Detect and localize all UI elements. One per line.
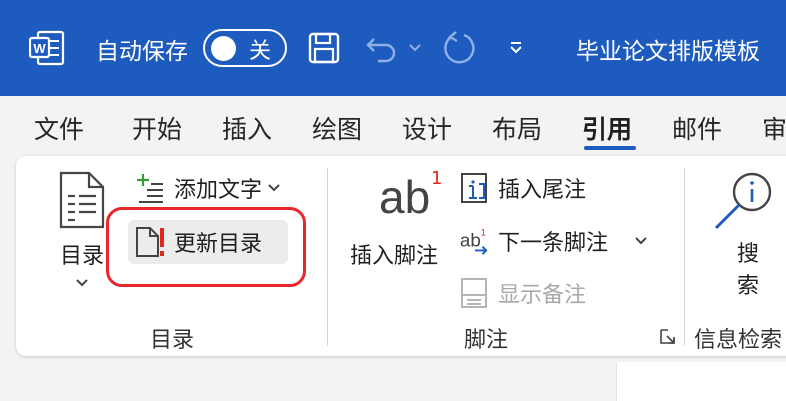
redo-button[interactable] <box>438 28 480 68</box>
footnote-superscript: 1 <box>431 168 443 189</box>
next-footnote-label: 下一条脚注 <box>498 231 609 256</box>
insert-endnote-label: 插入尾注 <box>498 178 587 203</box>
tab-design[interactable]: 设计 <box>402 110 452 146</box>
svg-text:1: 1 <box>481 226 486 237</box>
footnote-icon: ab 1 <box>359 168 442 232</box>
tab-layout[interactable]: 布局 <box>492 110 542 146</box>
undo-button[interactable] <box>362 28 402 68</box>
document-page <box>616 362 786 401</box>
highlight-annotation <box>106 207 306 287</box>
save-icon <box>308 32 340 64</box>
show-notes-icon <box>458 277 490 309</box>
toggle-knob <box>211 36 236 61</box>
autosave-label: 自动保存 <box>96 39 188 65</box>
search-icon <box>714 172 772 230</box>
document-title: 毕业论文排版模板 <box>576 39 760 65</box>
chevron-down-icon <box>268 184 280 192</box>
next-footnote-button[interactable]: ab 1 下一条脚注 <box>458 221 648 261</box>
footnote-glyph: ab <box>379 171 431 223</box>
ribbon-tabs: 文件 开始 插入 绘图 设计 布局 引用 邮件 审 <box>0 96 786 156</box>
autosave-state: 关 <box>249 39 272 64</box>
search-label-line2: 索 <box>736 274 759 299</box>
title-bar: W 自动保存 关 毕业论文排版模板 <box>0 0 786 96</box>
group-label-toc: 目录 <box>150 328 195 353</box>
tab-references[interactable]: 引用 <box>582 110 632 146</box>
endnote-icon <box>458 172 490 204</box>
tab-home[interactable]: 开始 <box>132 110 182 146</box>
toc-button[interactable]: 目录 <box>52 170 112 288</box>
chevron-down-icon <box>409 44 421 52</box>
svg-text:ab: ab <box>460 230 481 251</box>
save-button[interactable] <box>305 28 343 68</box>
svg-text:W: W <box>33 41 46 56</box>
tab-mailings[interactable]: 邮件 <box>672 110 722 146</box>
dialog-launcher-icon <box>660 329 675 344</box>
undo-dropdown-chevron[interactable] <box>404 28 426 68</box>
search-label-line1: 搜 <box>736 242 759 267</box>
group-label-research: 信息检索 <box>694 328 783 353</box>
group-separator <box>684 168 685 346</box>
group-separator <box>327 168 328 346</box>
add-text-label: 添加文字 <box>174 178 263 203</box>
table-of-contents-icon <box>59 171 105 229</box>
redo-icon <box>444 31 475 64</box>
insert-footnote-label: 插入脚注 <box>349 244 438 269</box>
add-text-button[interactable]: 添加文字 <box>134 168 280 208</box>
active-tab-indicator <box>584 146 636 150</box>
search-button[interactable]: 搜 索 <box>708 170 778 300</box>
toc-button-label: 目录 <box>59 244 104 269</box>
tab-review[interactable]: 审 <box>762 110 786 146</box>
add-text-icon <box>134 172 166 204</box>
tab-insert[interactable]: 插入 <box>222 110 272 146</box>
chevron-down-icon[interactable] <box>634 236 648 246</box>
show-notes-label: 显示备注 <box>498 283 587 308</box>
next-footnote-icon: ab 1 <box>458 225 490 257</box>
chevron-down-icon <box>510 42 522 54</box>
footnotes-dialog-launcher[interactable] <box>659 328 677 346</box>
undo-icon <box>366 38 396 63</box>
group-label-footnotes: 脚注 <box>464 328 509 353</box>
insert-endnote-button[interactable]: 插入尾注 <box>458 168 586 208</box>
insert-footnote-button[interactable]: ab 1 插入脚注 <box>344 168 444 270</box>
word-app-icon[interactable]: W <box>28 29 65 67</box>
show-notes-button: 显示备注 <box>458 273 586 313</box>
tab-draw[interactable]: 绘图 <box>312 110 362 146</box>
chevron-down-icon <box>76 279 88 287</box>
tab-file[interactable]: 文件 <box>34 110 84 146</box>
autosave-toggle[interactable]: 关 <box>203 29 287 67</box>
customize-toolbar-button[interactable] <box>502 28 530 68</box>
